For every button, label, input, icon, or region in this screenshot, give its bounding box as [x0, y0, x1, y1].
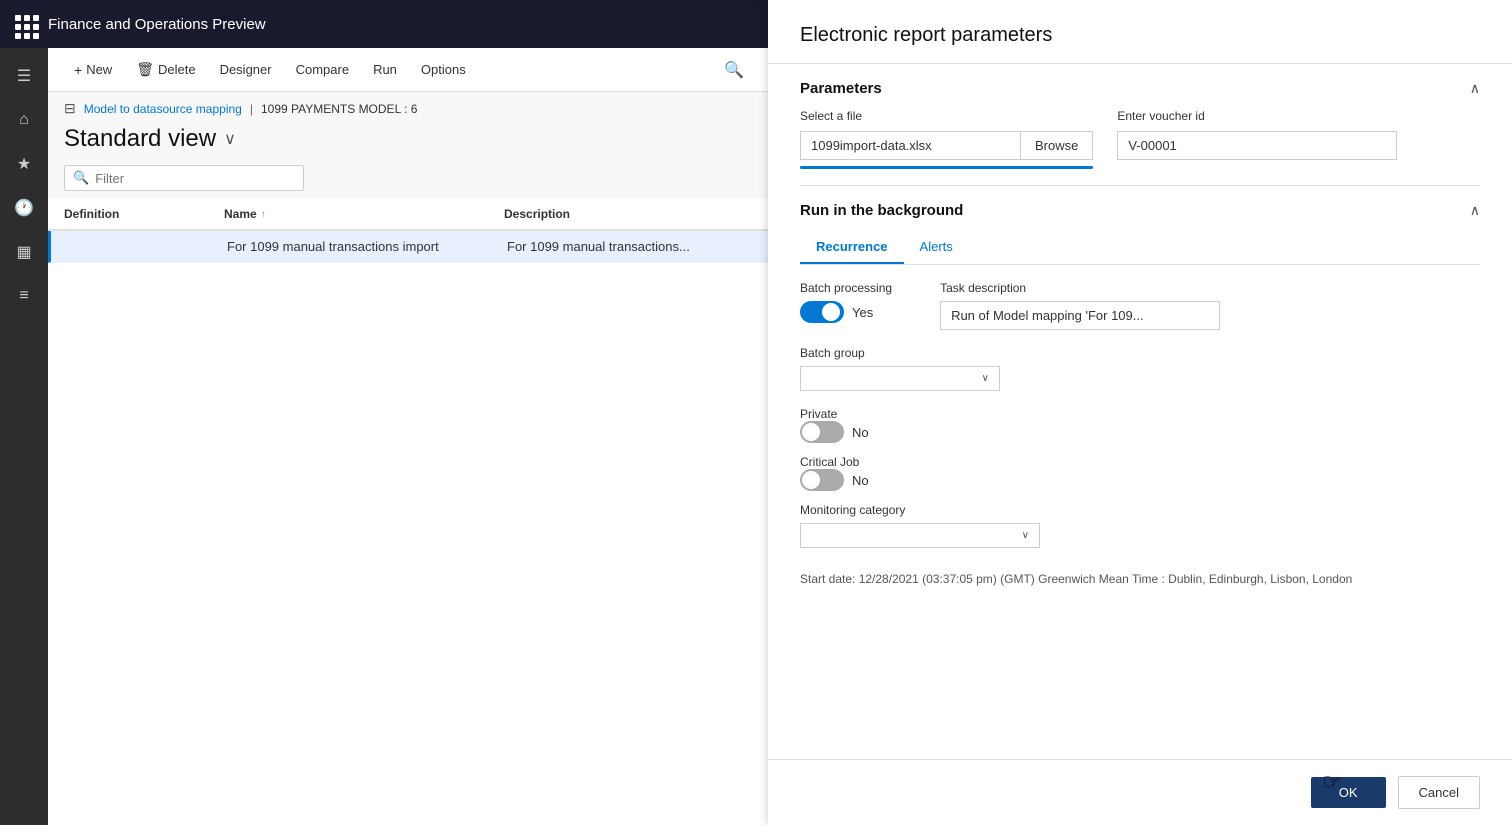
page-title-bar: Standard view ∨ — [48, 121, 768, 161]
sidebar-item-workspaces[interactable]: ▦ — [4, 232, 44, 272]
select-file-label: Select a file — [800, 109, 1093, 123]
params-grid: Select a file Browse Enter voucher id — [800, 109, 1480, 169]
batch-toggle-row: Yes — [800, 301, 892, 323]
file-param-group: Select a file Browse — [800, 109, 1093, 169]
sidebar-item-favorites[interactable]: ★ — [4, 144, 44, 184]
file-input[interactable] — [800, 131, 1020, 160]
private-toggle[interactable] — [800, 421, 844, 443]
voucher-param-group: Enter voucher id — [1117, 109, 1397, 160]
parameters-section-title: Parameters — [800, 80, 882, 97]
critical-toggle-value: No — [852, 473, 869, 488]
breadcrumb-link[interactable]: Model to datasource mapping — [84, 102, 242, 116]
monitoring-chevron-icon: ∨ — [1022, 530, 1029, 541]
panel-footer: OK Cancel — [768, 759, 1512, 825]
batch-group-field: Batch group ∨ — [800, 346, 1000, 391]
background-collapse-icon[interactable]: ∧ — [1470, 202, 1480, 219]
browse-button[interactable]: Browse — [1020, 131, 1093, 160]
sidebar-item-menu[interactable]: ☰ — [4, 56, 44, 96]
designer-button[interactable]: Designer — [210, 56, 282, 83]
batch-group-chevron-icon: ∨ — [982, 373, 989, 384]
col-header-definition: Definition — [64, 207, 224, 221]
file-progress-bar — [800, 166, 1093, 169]
cancel-button[interactable]: Cancel — [1398, 776, 1480, 809]
sidebar-item-modules[interactable]: ≡ — [4, 276, 44, 316]
batch-form-row: Batch processing Yes Task description — [800, 281, 1480, 330]
panel-title: Electronic report parameters — [800, 24, 1480, 47]
task-description-input[interactable] — [940, 301, 1220, 330]
critical-row: Critical Job No — [800, 455, 1480, 491]
cell-name: For 1099 manual transactions import — [227, 239, 507, 254]
new-button[interactable]: + New — [64, 56, 122, 84]
col-header-description: Description — [504, 207, 752, 221]
batch-group-row: Batch group ∨ — [800, 346, 1480, 391]
monitoring-category-group: Monitoring category ∨ — [800, 503, 1480, 548]
table-row[interactable]: For 1099 manual transactions import For … — [48, 231, 768, 263]
data-table: Definition Name ↑ Description For 1099 m… — [48, 199, 768, 825]
critical-toggle-row: No — [800, 469, 1480, 491]
app-grid-icon[interactable] — [12, 12, 36, 36]
delete-icon: 🗑 — [136, 61, 154, 78]
page-title: Standard view ∨ — [64, 125, 752, 153]
critical-job-label: Critical Job — [800, 455, 1480, 469]
search-button[interactable]: 🔍 — [716, 54, 752, 86]
run-button[interactable]: Run — [363, 56, 407, 83]
options-button[interactable]: Options — [411, 56, 476, 83]
tab-alerts[interactable]: Alerts — [904, 231, 969, 264]
filter-bar: 🔍 — [48, 161, 768, 199]
parameters-section: Parameters ∧ Select a file Browse Enter … — [768, 64, 1512, 185]
parameters-collapse-icon[interactable]: ∧ — [1470, 80, 1480, 97]
toolbar: + New 🗑 Delete Designer Compare Run Opti… — [48, 48, 768, 92]
ok-button[interactable]: OK — [1311, 777, 1386, 808]
voucher-label: Enter voucher id — [1117, 109, 1397, 123]
right-panel: Electronic report parameters Parameters … — [768, 0, 1512, 825]
file-input-row: Browse — [800, 131, 1093, 160]
tab-recurrence[interactable]: Recurrence — [800, 231, 904, 264]
batch-group-select[interactable]: ∨ — [800, 366, 1000, 391]
batch-processing-group: Batch processing Yes — [800, 281, 892, 323]
breadcrumb-separator: | — [250, 102, 253, 116]
sort-icon[interactable]: ↑ — [261, 209, 266, 220]
filter-icon[interactable]: ⊟ — [64, 100, 76, 117]
table-header: Definition Name ↑ Description — [48, 199, 768, 231]
title-chevron-icon[interactable]: ∨ — [224, 129, 236, 149]
sidebar-item-recent[interactable]: 🕐 — [4, 188, 44, 228]
start-date-text: Start date: 12/28/2021 (03:37:05 pm) (GM… — [768, 564, 1512, 594]
filter-input[interactable] — [95, 171, 295, 186]
tabs-row: Recurrence Alerts — [800, 231, 1480, 265]
sidebar: ☰ ⌂ ★ 🕐 ▦ ≡ — [0, 48, 48, 825]
sidebar-item-home[interactable]: ⌂ — [4, 100, 44, 140]
voucher-input[interactable] — [1117, 131, 1397, 160]
monitoring-select[interactable]: ∨ — [800, 523, 1040, 548]
new-icon: + — [74, 62, 82, 78]
task-description-label: Task description — [940, 281, 1220, 295]
filter-search-icon: 🔍 — [73, 170, 89, 186]
main-area: + New 🗑 Delete Designer Compare Run Opti… — [48, 48, 768, 825]
batch-toggle-value: Yes — [852, 305, 873, 320]
background-section-title: Run in the background — [800, 202, 963, 219]
private-toggle-value: No — [852, 425, 869, 440]
private-row: Private No — [800, 407, 1480, 443]
filter-input-container: 🔍 — [64, 165, 304, 191]
task-description-group: Task description — [940, 281, 1220, 330]
breadcrumb: ⊟ Model to datasource mapping | 1099 PAY… — [48, 92, 768, 121]
private-label: Private — [800, 407, 1480, 421]
batch-group-label: Batch group — [800, 346, 1000, 360]
background-section-header: Run in the background ∧ — [800, 202, 1480, 231]
panel-header: Electronic report parameters — [768, 0, 1512, 64]
breadcrumb-current: 1099 PAYMENTS MODEL : 6 — [261, 102, 418, 116]
cell-definition — [67, 239, 227, 254]
background-section: Run in the background ∧ Recurrence Alert… — [768, 186, 1512, 564]
critical-toggle[interactable] — [800, 469, 844, 491]
app-title: Finance and Operations Preview — [48, 16, 266, 33]
private-toggle-row: No — [800, 421, 1480, 443]
cell-description: For 1099 manual transactions... — [507, 239, 752, 254]
col-header-name: Name ↑ — [224, 207, 504, 221]
batch-processing-label: Batch processing — [800, 281, 892, 295]
parameters-section-header: Parameters ∧ — [800, 80, 1480, 109]
monitoring-label: Monitoring category — [800, 503, 1480, 517]
compare-button[interactable]: Compare — [286, 56, 359, 83]
delete-button[interactable]: 🗑 Delete — [126, 55, 205, 84]
batch-toggle[interactable] — [800, 301, 844, 323]
